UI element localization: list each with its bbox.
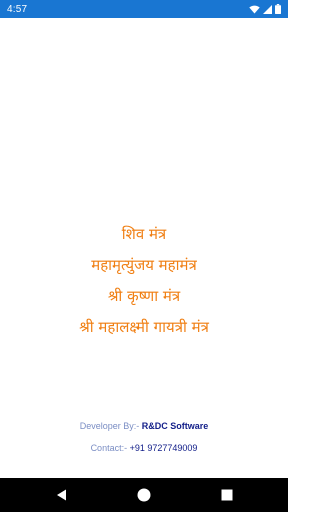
recents-icon[interactable] bbox=[219, 487, 235, 503]
home-icon[interactable] bbox=[136, 487, 152, 503]
menu-item-shri-krishna-mantra[interactable]: श्री कृष्णा मंत्र bbox=[108, 284, 180, 315]
developer-name: R&DC Software bbox=[141, 421, 209, 431]
battery-icon bbox=[275, 4, 281, 14]
menu-item-shiv-mantra[interactable]: शिव मंत्र bbox=[122, 222, 166, 253]
developer-line: Developer By:- R&DC Software bbox=[0, 419, 288, 441]
developer-label: Developer By:- bbox=[79, 421, 140, 431]
navigation-bar bbox=[0, 478, 288, 512]
contact-label: Contact:- bbox=[90, 443, 128, 453]
status-time: 4:57 bbox=[7, 3, 28, 15]
wifi-icon bbox=[249, 5, 260, 14]
signal-icon bbox=[263, 4, 272, 14]
status-bar: 4:57 bbox=[0, 0, 288, 18]
contact-line: Contact:- +91 9727749009 bbox=[0, 441, 288, 463]
menu-item-shri-mahalakshmi-gayatri-mantra[interactable]: श्री महालक्ष्मी गायत्री मंत्र bbox=[79, 315, 209, 346]
menu-item-mahamrityunjay-mahamantra[interactable]: महामृत्युंजय महामंत्र bbox=[91, 253, 197, 284]
credits: Developer By:- R&DC Software Contact:- +… bbox=[0, 419, 288, 463]
mantra-menu: शिव मंत्र महामृत्युंजय महामंत्र श्री कृष… bbox=[0, 222, 288, 346]
back-icon[interactable] bbox=[54, 487, 70, 503]
status-icons bbox=[249, 4, 281, 14]
contact-number[interactable]: +91 9727749009 bbox=[130, 443, 198, 453]
